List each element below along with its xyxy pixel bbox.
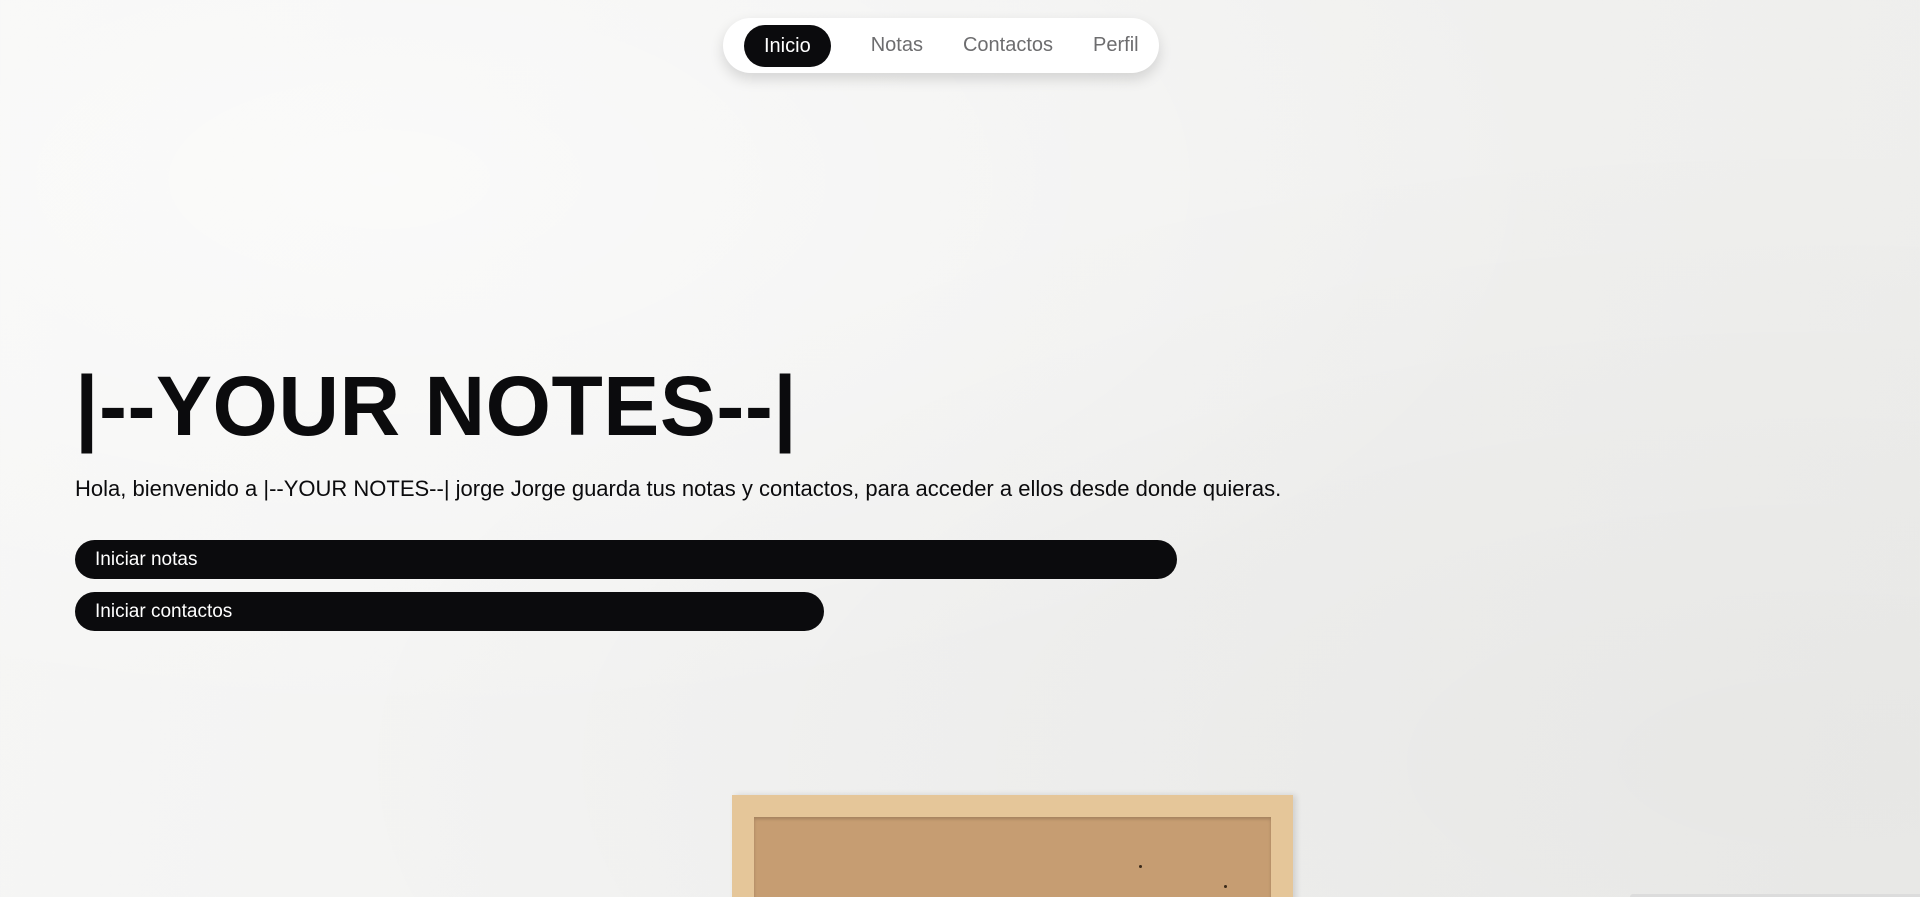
cork-board-image: [732, 795, 1293, 897]
cork-board-surface: [754, 817, 1271, 897]
nav-item-perfil[interactable]: Perfil: [1093, 34, 1139, 57]
pin-mark: [1224, 885, 1227, 888]
nav-item-inicio[interactable]: Inicio: [744, 24, 831, 67]
top-navigation: Inicio Notas Contactos Perfil: [723, 18, 1159, 73]
start-contacts-button[interactable]: Iniciar contactos: [75, 592, 824, 631]
nav-item-notas[interactable]: Notas: [871, 34, 923, 57]
hero-description: Hola, bienvenido a |--YOUR NOTES--| jorg…: [75, 476, 1282, 501]
pin-mark: [1139, 865, 1142, 868]
nav-item-contactos[interactable]: Contactos: [963, 34, 1053, 57]
start-notes-button[interactable]: Iniciar notas: [75, 540, 1177, 579]
hero-title: |--YOUR NOTES--|: [75, 359, 798, 453]
